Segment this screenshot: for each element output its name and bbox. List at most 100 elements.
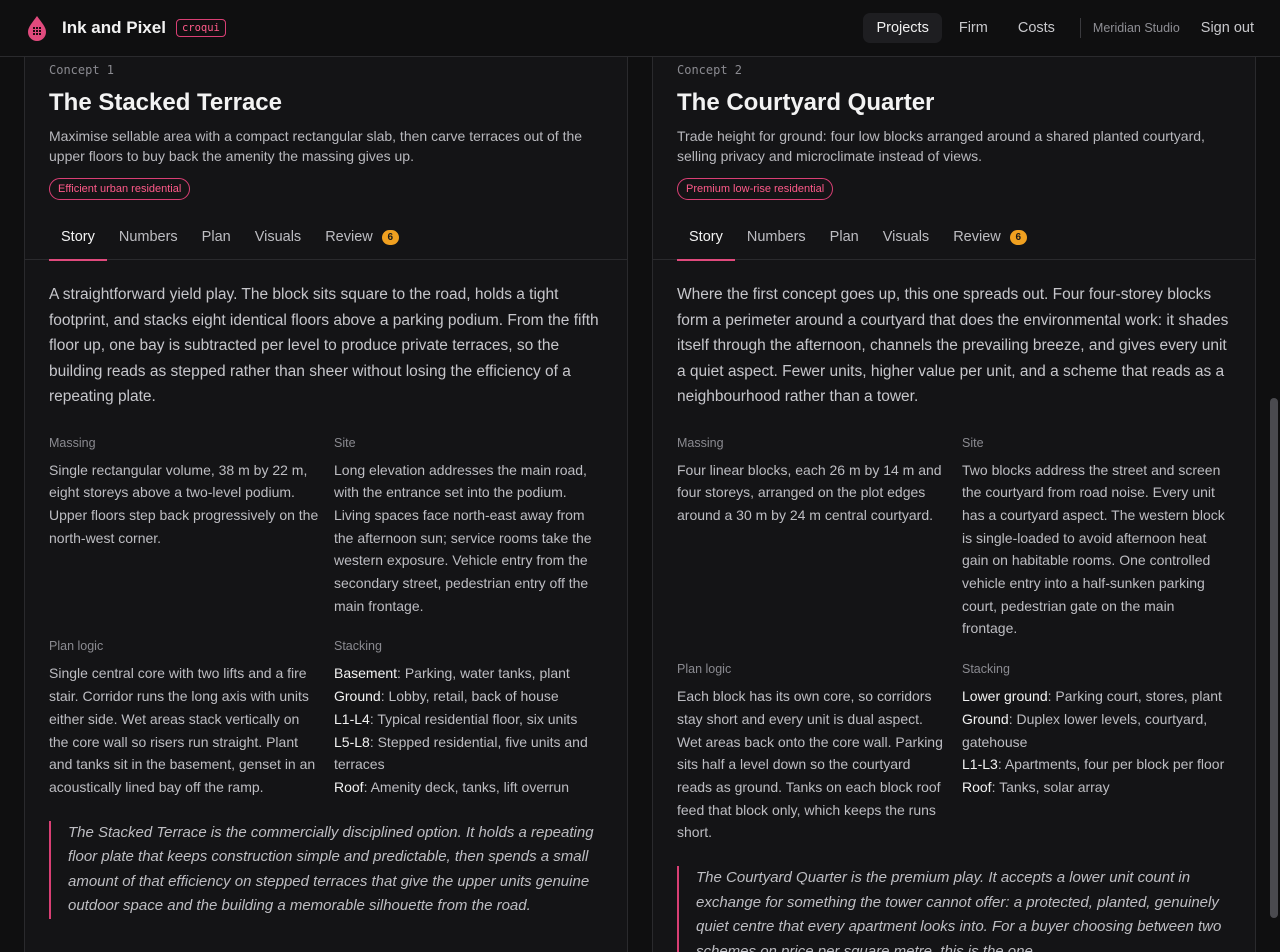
tab-visuals[interactable]: Visuals <box>871 222 941 260</box>
tab-story[interactable]: Story <box>49 222 107 261</box>
stacking-use: : Parking court, stores, plant <box>1047 688 1222 705</box>
stacking-row: L1-L3: Apartments, four per block per fl… <box>962 753 1232 776</box>
story-details: Massing Single rectangular volume, 38 m … <box>49 436 603 821</box>
concept-card-1: Concept 1 The Stacked Terrace Maximise s… <box>24 57 628 952</box>
field-text: Single rectangular volume, 38 m by 22 m,… <box>49 461 319 546</box>
stacking-use: : Tanks, solar array <box>991 778 1110 795</box>
story-panel: A straightforward yield play. The block … <box>25 260 627 919</box>
sign-out-button[interactable]: Sign out <box>1201 20 1254 36</box>
stacking-row: Lower ground: Parking court, stores, pla… <box>962 685 1232 708</box>
studio-name: Meridian Studio <box>1092 21 1180 35</box>
concept-card-2: Concept 2 The Courtyard Quarter Trade he… <box>652 57 1256 952</box>
stacking-level: Ground <box>334 688 381 705</box>
story-details: Massing Four linear blocks, each 26 m by… <box>677 436 1231 867</box>
stacking-field: Stacking Lower ground: Parking court, st… <box>962 662 1232 844</box>
story-lead: Where the first concept goes up, this on… <box>677 286 1229 405</box>
stacking-list: Basement: Parking, water tanks, plant Gr… <box>334 662 604 798</box>
page-scrollbar[interactable] <box>1268 57 1280 952</box>
tab-label: Visuals <box>882 229 930 245</box>
concept-category-pill: Premium low-rise residential <box>677 178 834 200</box>
stacking-use: : Lobby, retail, back of house <box>380 688 559 705</box>
tab-label: Visuals <box>254 229 302 245</box>
stacking-row: Roof: Amenity deck, tanks, lift overrun <box>334 776 604 799</box>
field-text: Four linear blocks, each 26 m by 14 m an… <box>677 461 942 523</box>
field-label: Stacking <box>962 662 1010 677</box>
concept-header: Concept 2 The Courtyard Quarter Trade he… <box>653 57 1255 200</box>
field-text: Two blocks address the street and screen… <box>962 461 1225 637</box>
stacking-level: L5-L8 <box>334 733 370 750</box>
field-text: Single central core with two lifts and a… <box>49 665 316 795</box>
tab-label: Review <box>953 229 1001 245</box>
stacking-row: Basement: Parking, water tanks, plant <box>334 662 604 685</box>
tab-label: Numbers <box>118 229 178 245</box>
brand[interactable]: Ink and Pixel croqui <box>26 15 226 41</box>
tab-review[interactable]: Review 6 <box>941 222 1039 260</box>
tab-numbers[interactable]: Numbers <box>735 222 818 260</box>
stacking-level: L1-L3 <box>962 756 998 773</box>
stacking-use: : Stepped residential, five units and te… <box>334 733 588 773</box>
field-label: Massing <box>677 435 724 450</box>
concept-summary: Trade height for ground: four low blocks… <box>677 128 1205 164</box>
product-tag: croqui <box>175 19 226 37</box>
tab-plan[interactable]: Plan <box>818 222 871 260</box>
stacking-row: Ground: Duplex lower levels, courtyard, … <box>962 708 1232 753</box>
plan-logic-field: Plan logic Each block has its own core, … <box>677 662 947 844</box>
stacking-row: L5-L8: Stepped residential, five units a… <box>334 731 604 776</box>
tab-label: Plan <box>201 229 231 245</box>
tab-label: Plan <box>829 229 859 245</box>
field-label: Plan logic <box>49 639 104 654</box>
field-label: Massing <box>49 435 96 450</box>
tab-label: Review <box>325 229 373 245</box>
stacking-level: Roof <box>334 778 364 795</box>
nav-divider <box>1079 18 1081 38</box>
concept-title: The Stacked Terrace <box>49 89 283 116</box>
concept-category-pill: Efficient urban residential <box>49 178 191 200</box>
nav-projects[interactable]: Projects <box>863 13 942 43</box>
plan-logic-field: Plan logic Single central core with two … <box>49 639 319 798</box>
field-text: Each block has its own core, so corridor… <box>677 688 943 841</box>
stacking-row: L1-L4: Typical residential floor, six un… <box>334 708 604 731</box>
story-lead: A straightforward yield play. The block … <box>49 286 599 405</box>
tab-numbers[interactable]: Numbers <box>107 222 190 260</box>
concept-quote: The Stacked Terrace is the commercially … <box>49 820 605 919</box>
concept-header: Concept 1 The Stacked Terrace Maximise s… <box>25 57 627 200</box>
stacking-level: Lower ground <box>962 688 1048 705</box>
tab-story[interactable]: Story <box>677 222 735 261</box>
main-nav: Projects Firm Costs Meridian Studio Sign… <box>859 13 1254 43</box>
stacking-row: Ground: Lobby, retail, back of house <box>334 685 604 708</box>
field-label: Site <box>334 435 356 450</box>
tab-visuals[interactable]: Visuals <box>243 222 313 260</box>
concept-number: Concept 2 <box>677 63 743 77</box>
concept-tabs: Story Numbers Plan Visuals Review 6 <box>653 222 1255 261</box>
stacking-use: : Typical residential floor, six units <box>369 710 578 727</box>
field-label: Stacking <box>334 639 382 654</box>
tab-review[interactable]: Review 6 <box>313 222 411 260</box>
site-field: Site Long elevation addresses the main r… <box>334 436 604 618</box>
review-count-badge: 6 <box>381 230 399 245</box>
concept-quote: The Courtyard Quarter is the premium pla… <box>677 866 1233 952</box>
stacking-level: Basement <box>334 665 398 682</box>
stacking-use: : Amenity deck, tanks, lift overrun <box>363 778 569 795</box>
stacking-level: Roof <box>962 778 992 795</box>
brand-name: Ink and Pixel <box>62 18 166 37</box>
story-panel: Where the first concept goes up, this on… <box>653 260 1255 952</box>
concept-tabs: Story Numbers Plan Visuals Review 6 <box>25 222 627 261</box>
scrollbar-thumb[interactable] <box>1270 398 1278 918</box>
stacking-use: : Parking, water tanks, plant <box>397 665 570 682</box>
nav-costs[interactable]: Costs <box>1005 13 1068 43</box>
massing-field: Massing Four linear blocks, each 26 m by… <box>677 436 947 641</box>
stacking-use: : Apartments, four per block per floor <box>997 756 1225 773</box>
concept-comparison: Concept 1 The Stacked Terrace Maximise s… <box>24 57 1256 952</box>
tab-label: Story <box>689 229 723 245</box>
nav-firm[interactable]: Firm <box>946 13 1001 43</box>
field-label: Plan logic <box>677 662 732 677</box>
concept-summary: Maximise sellable area with a compact re… <box>49 128 583 164</box>
stacking-field: Stacking Basement: Parking, water tanks,… <box>334 639 604 798</box>
massing-field: Massing Single rectangular volume, 38 m … <box>49 436 319 618</box>
review-count-badge: 6 <box>1009 230 1027 245</box>
top-navigation-bar: Ink and Pixel croqui Projects Firm Costs… <box>0 0 1280 57</box>
site-field: Site Two blocks address the street and s… <box>962 436 1232 641</box>
tab-label: Story <box>61 229 95 245</box>
concept-title: The Courtyard Quarter <box>677 89 935 116</box>
tab-plan[interactable]: Plan <box>190 222 243 260</box>
